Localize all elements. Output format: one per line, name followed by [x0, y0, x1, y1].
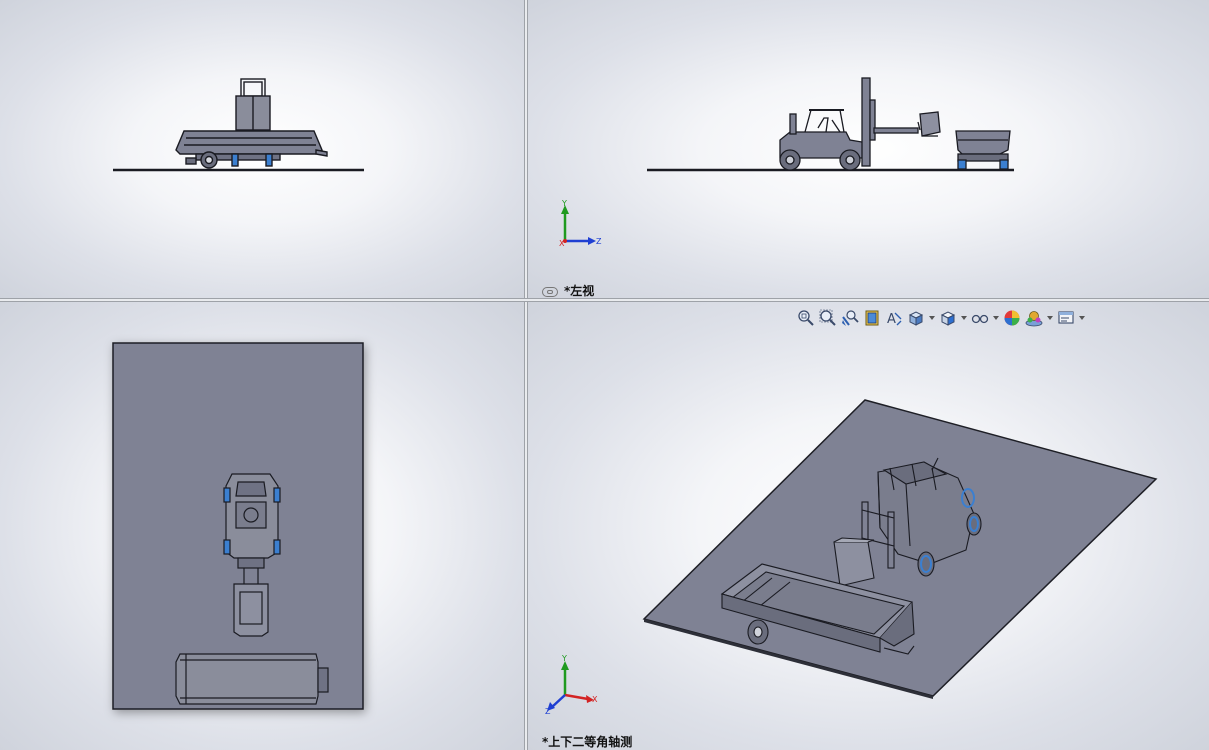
display-style-icon[interactable] — [938, 308, 958, 328]
axis-z-label: Z — [545, 707, 551, 716]
view-orientation-dropdown[interactable] — [928, 308, 936, 328]
apply-scene-dropdown[interactable] — [1046, 308, 1054, 328]
zoom-to-fit-icon[interactable] — [796, 308, 816, 328]
viewport-left[interactable]: Y Z X *左视 — [528, 0, 1209, 298]
axis-x-label: X — [592, 695, 598, 704]
viewport-top[interactable] — [0, 302, 524, 750]
dynamic-annotation-icon[interactable]: A — [884, 308, 904, 328]
forklift-front-silhouette — [235, 78, 271, 131]
axis-triad: Y X Z — [545, 654, 598, 716]
section-view-icon[interactable] — [862, 308, 882, 328]
viewport-vertical-splitter[interactable] — [524, 0, 528, 750]
edit-appearance-icon[interactable] — [1002, 308, 1022, 328]
axis-y-label: Y — [561, 199, 567, 208]
svg-text:A: A — [887, 312, 896, 327]
front-view-graphics — [113, 78, 364, 172]
view-name-label: *上下二等角轴测 — [542, 735, 633, 749]
axis-y-label: Y — [561, 654, 567, 663]
view-orientation-icon[interactable] — [906, 308, 926, 328]
trailer-front-silhouette — [175, 130, 328, 169]
isometric-view-graphics: Y X Z — [545, 399, 1158, 716]
trailer-end-silhouette — [955, 130, 1011, 170]
view-name-text: *左视 — [564, 284, 595, 298]
view-settings-dropdown[interactable] — [1078, 308, 1086, 328]
apply-scene-icon[interactable] — [1024, 308, 1044, 328]
link-views-icon[interactable] — [542, 286, 558, 297]
viewport-isometric[interactable]: Y X Z A *上下二等角轴测 — [528, 302, 1209, 750]
left-view-graphics: Y Z X — [559, 77, 1014, 248]
viewport-horizontal-splitter[interactable] — [0, 298, 1209, 302]
previous-view-icon[interactable] — [840, 308, 860, 328]
axis-x-label: X — [559, 239, 565, 248]
zoom-to-area-icon[interactable] — [818, 308, 838, 328]
view-name-label: *左视 — [542, 282, 594, 298]
hide-show-items-icon[interactable] — [970, 308, 990, 328]
axis-triad: Y Z X — [559, 199, 602, 248]
display-style-dropdown[interactable] — [960, 308, 968, 328]
trailer-top-silhouette — [175, 653, 329, 705]
view-settings-icon[interactable] — [1056, 308, 1076, 328]
forklift-side-silhouette — [779, 77, 941, 171]
viewport-front[interactable] — [0, 0, 524, 298]
axis-z-label: Z — [596, 237, 602, 246]
heads-up-view-toolbar: A — [796, 307, 1086, 329]
hide-show-items-dropdown[interactable] — [992, 308, 1000, 328]
top-view-graphics — [112, 342, 364, 710]
